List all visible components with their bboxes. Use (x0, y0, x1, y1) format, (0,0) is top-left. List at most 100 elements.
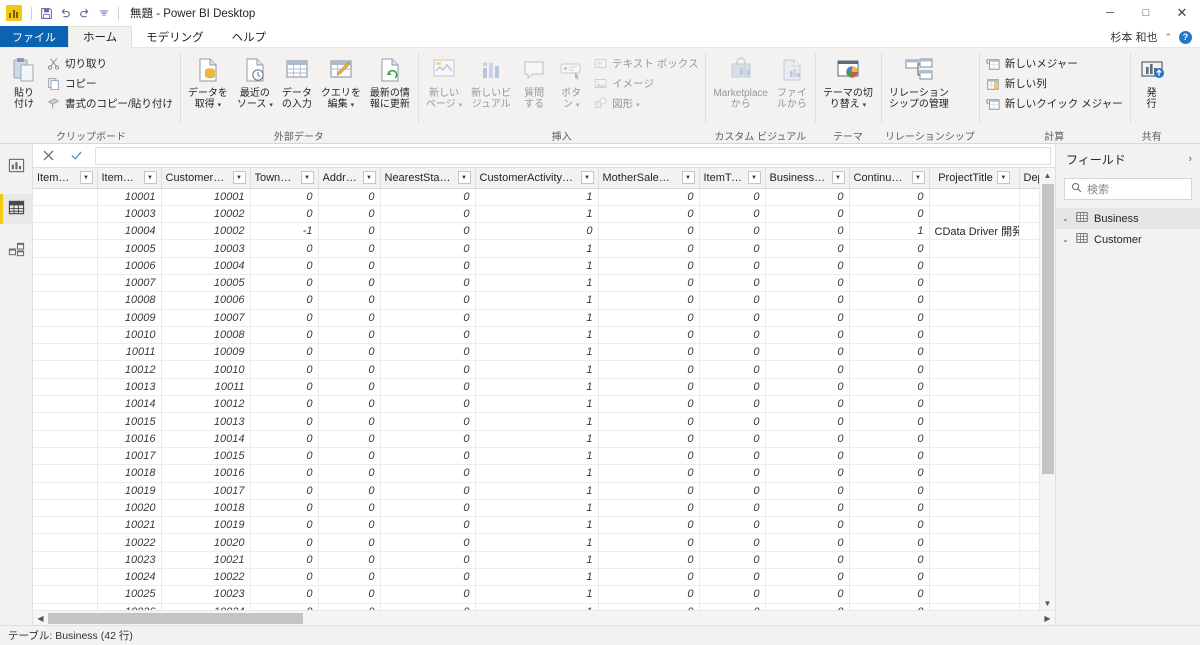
table-cell[interactable] (33, 430, 97, 447)
table-cell[interactable]: 0 (765, 447, 849, 464)
table-cell[interactable]: 0 (699, 344, 765, 361)
column-header-itemcode[interactable]: ItemCode▼ (97, 168, 161, 188)
table-cell[interactable] (33, 447, 97, 464)
table-row[interactable]: 100141001200010000 (33, 396, 1039, 413)
table-cell[interactable]: 0 (318, 499, 380, 516)
table-cell[interactable] (1019, 517, 1039, 534)
column-filter-dropdown-icon[interactable]: ▼ (748, 171, 761, 184)
table-cell[interactable]: 0 (765, 534, 849, 551)
column-filter-dropdown-icon[interactable]: ▼ (80, 171, 93, 184)
table-cell[interactable]: 0 (849, 447, 929, 464)
table-cell[interactable] (1019, 413, 1039, 430)
table-cell[interactable]: 0 (849, 326, 929, 343)
table-cell[interactable]: 10002 (161, 205, 250, 222)
table-cell[interactable] (33, 586, 97, 603)
table-row[interactable]: 100151001300010000 (33, 413, 1039, 430)
chevron-up-icon[interactable]: ⌃ (1164, 32, 1172, 43)
table-cell[interactable] (929, 378, 1019, 395)
table-cell[interactable]: 1 (475, 396, 598, 413)
table-cell[interactable] (929, 361, 1019, 378)
table-cell[interactable]: 0 (765, 430, 849, 447)
maximize-button[interactable]: □ (1128, 0, 1164, 26)
chevron-down-icon[interactable]: ▾ (349, 102, 354, 109)
table-cell[interactable] (33, 517, 97, 534)
table-cell[interactable]: 0 (250, 482, 318, 499)
table-cell[interactable]: 0 (318, 205, 380, 222)
table-cell[interactable]: 10003 (97, 205, 161, 222)
fields-search-box[interactable]: 検索 (1064, 178, 1192, 200)
table-cell[interactable]: 0 (598, 326, 699, 343)
table-cell[interactable]: 0 (598, 534, 699, 551)
table-cell[interactable]: 0 (765, 344, 849, 361)
table-cell[interactable]: 1 (849, 223, 929, 240)
format-painter-button[interactable]: 書式のコピー/貼り付け (43, 95, 176, 112)
table-cell[interactable]: 0 (849, 396, 929, 413)
column-filter-dropdown-icon[interactable]: ▼ (144, 171, 157, 184)
table-cell[interactable]: 1 (475, 586, 598, 603)
table-cell[interactable]: 0 (598, 344, 699, 361)
table-cell[interactable] (929, 257, 1019, 274)
table-cell[interactable]: 10025 (97, 586, 161, 603)
close-button[interactable]: ✕ (1164, 0, 1200, 26)
table-cell[interactable]: 1 (475, 240, 598, 257)
table-cell[interactable]: 0 (250, 257, 318, 274)
table-cell[interactable]: 0 (765, 309, 849, 326)
redo-icon[interactable] (75, 4, 94, 23)
table-cell[interactable]: 0 (849, 482, 929, 499)
insert-button-button[interactable]: ボタ ン ▾ (553, 52, 589, 110)
table-cell[interactable]: 0 (849, 309, 929, 326)
table-cell[interactable]: 0 (250, 517, 318, 534)
column-header-businesstype[interactable]: BusinessType▼ (765, 168, 849, 188)
ask-question-button[interactable]: 質問 する (516, 52, 552, 110)
vertical-scrollbar[interactable]: ▲ ▼ (1039, 168, 1055, 610)
table-cell[interactable]: 10026 (97, 603, 161, 610)
table-cell[interactable]: 0 (250, 240, 318, 257)
table-cell[interactable]: 10014 (97, 396, 161, 413)
table-cell[interactable]: 10009 (97, 309, 161, 326)
table-cell[interactable]: 0 (380, 430, 475, 447)
table-cell[interactable]: 0 (250, 603, 318, 610)
table-cell[interactable]: 0 (318, 430, 380, 447)
expand-chevron-icon[interactable]: › (1188, 153, 1192, 165)
nav-model-view[interactable] (0, 236, 33, 266)
table-cell[interactable]: 0 (380, 240, 475, 257)
table-cell[interactable]: 0 (250, 344, 318, 361)
column-header-continueend[interactable]: ContinueEnd▼ (849, 168, 929, 188)
table-cell[interactable]: 0 (598, 292, 699, 309)
table-cell[interactable]: 0 (380, 517, 475, 534)
table-cell[interactable]: 0 (318, 482, 380, 499)
table-cell[interactable] (929, 344, 1019, 361)
table-cell[interactable] (1019, 257, 1039, 274)
table-cell[interactable]: 0 (699, 447, 765, 464)
undo-icon[interactable] (56, 4, 75, 23)
table-cell[interactable] (929, 292, 1019, 309)
table-cell[interactable]: 0 (318, 257, 380, 274)
table-cell[interactable]: 10005 (97, 240, 161, 257)
table-cell[interactable]: 0 (318, 447, 380, 464)
table-cell[interactable]: 10018 (97, 465, 161, 482)
table-cell[interactable] (33, 603, 97, 610)
table-row[interactable]: 100071000500010000 (33, 274, 1039, 291)
table-cell[interactable]: 0 (699, 309, 765, 326)
table-cell[interactable]: 1 (475, 361, 598, 378)
table-cell[interactable] (33, 240, 97, 257)
table-cell[interactable]: 0 (318, 344, 380, 361)
table-cell[interactable]: 1 (475, 326, 598, 343)
chevron-down-icon[interactable]: ▾ (216, 102, 221, 109)
shapes-button[interactable]: 図形 ▾ (590, 95, 701, 112)
table-cell[interactable] (929, 586, 1019, 603)
table-cell[interactable] (1019, 274, 1039, 291)
table-row[interactable]: 1000410002-10000001CData Driver 開発案件 (33, 223, 1039, 240)
table-cell[interactable]: 0 (318, 603, 380, 610)
new-visual-button[interactable]: 新しいビ ジュアル (467, 52, 515, 110)
vertical-scroll-thumb[interactable] (1042, 184, 1054, 474)
table-cell[interactable] (1019, 240, 1039, 257)
table-cell[interactable]: 0 (380, 378, 475, 395)
table-cell[interactable]: 0 (318, 551, 380, 568)
fields-table-customer[interactable]: ⌄Customer (1056, 229, 1200, 250)
table-cell[interactable]: 0 (598, 551, 699, 568)
table-row[interactable]: 100091000700010000 (33, 309, 1039, 326)
table-cell[interactable]: 0 (699, 188, 765, 205)
save-icon[interactable] (37, 4, 56, 23)
column-header-itemdata[interactable]: ItemData▼ (33, 168, 97, 188)
